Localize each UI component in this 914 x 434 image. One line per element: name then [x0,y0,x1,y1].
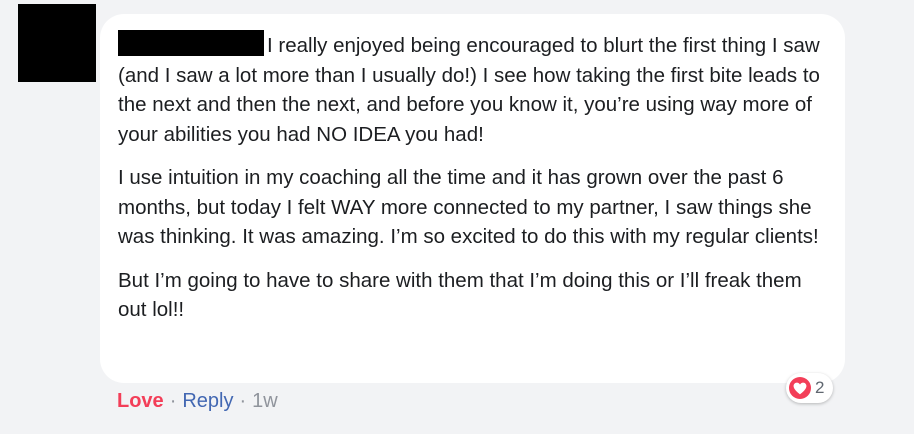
heart-icon [789,377,811,399]
timestamp[interactable]: 1w [252,388,278,414]
comment-paragraph-3: But I’m going to have to share with them… [118,268,802,322]
author-name[interactable] [118,30,264,56]
reaction-count: 2 [815,378,825,397]
reply-button[interactable]: Reply [182,388,233,414]
separator: · [169,390,177,412]
comment-paragraph-1: I really enjoyed being encouraged to blu… [118,30,827,149]
comment-paragraph-2: I use intuition in my coaching all the t… [118,166,819,248]
avatar[interactable] [18,4,96,82]
love-button[interactable]: Love [117,388,164,414]
comment-bubble: I really enjoyed being encouraged to blu… [100,14,845,383]
separator: · [239,390,247,412]
comment-actions: Love · Reply · 1w [117,388,278,414]
reaction-summary[interactable]: 2 [786,373,834,403]
